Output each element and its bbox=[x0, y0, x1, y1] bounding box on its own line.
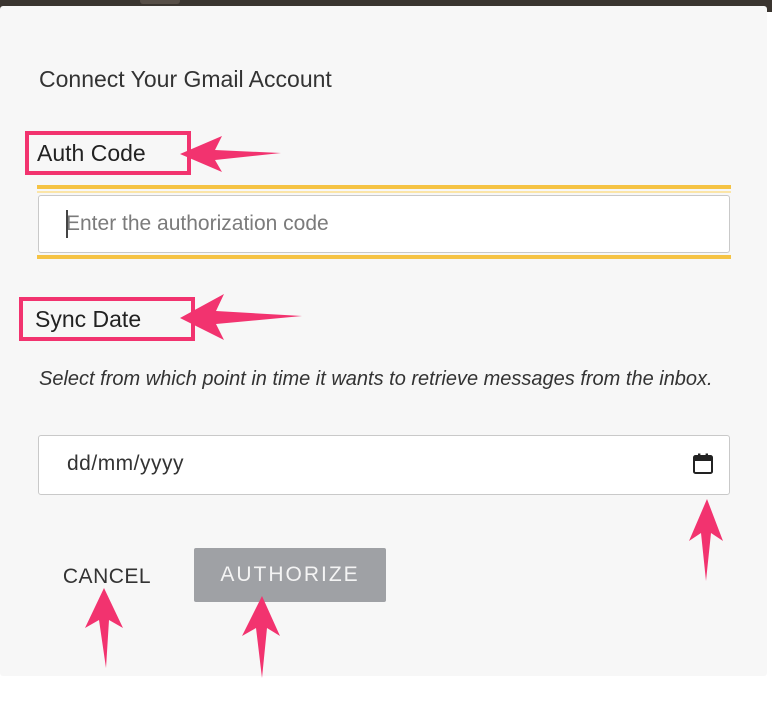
text-cursor bbox=[66, 210, 68, 238]
date-placeholder: dd/mm/yyyy bbox=[67, 452, 185, 475]
sync-date-label: Sync Date bbox=[19, 297, 195, 341]
auth-code-label: Auth Code bbox=[25, 131, 191, 175]
dialog-title: Connect Your Gmail Account bbox=[39, 66, 332, 92]
calendar-icon[interactable] bbox=[692, 453, 714, 475]
sync-date-input[interactable]: dd/mm/yyyy bbox=[38, 435, 730, 495]
backdrop-text-fragment bbox=[140, 0, 180, 4]
sync-date-help-text: Select from which point in time it wants… bbox=[39, 368, 713, 390]
auth-code-input[interactable] bbox=[38, 195, 730, 253]
cancel-button[interactable]: CANCEL bbox=[50, 552, 164, 602]
authorize-button[interactable]: AUTHORIZE bbox=[194, 548, 386, 602]
